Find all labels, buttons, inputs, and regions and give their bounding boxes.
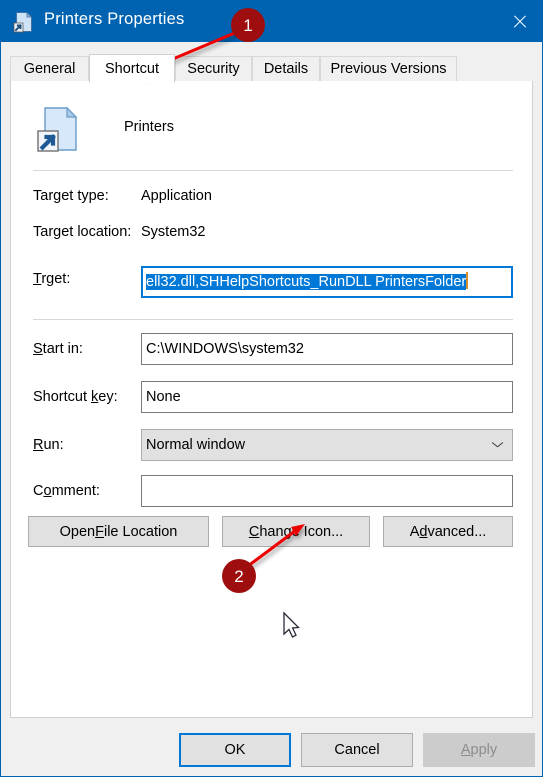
close-icon xyxy=(512,14,527,29)
comment-label-accel: o xyxy=(43,483,52,499)
comment-label-pre: C xyxy=(33,483,44,499)
cancel-button[interactable]: Cancel xyxy=(301,733,413,767)
shortcut-key-input[interactable]: None xyxy=(141,381,513,413)
apply-button: Apply xyxy=(423,733,535,767)
open-file-location-pre: Open xyxy=(59,523,96,540)
comment-input[interactable] xyxy=(141,475,513,507)
target-type-label: Target type: xyxy=(33,188,109,204)
target-label: Trget: xyxy=(33,271,70,287)
ok-button[interactable]: OK xyxy=(179,733,291,767)
chevron-down-icon xyxy=(493,442,502,447)
change-icon-button[interactable]: Change Icon... xyxy=(222,516,370,547)
tab-shortcut[interactable]: Shortcut xyxy=(89,54,175,83)
header-divider xyxy=(33,170,513,171)
target-type-value: Application xyxy=(141,188,212,204)
tab-strip: General Shortcut Security Details Previo… xyxy=(10,54,533,83)
shortcut-tab-panel: Printers Target type: Application Target… xyxy=(10,81,533,718)
shortcut-document-icon xyxy=(37,106,78,152)
apply-accel: A xyxy=(460,742,471,758)
title-bar: Printers Properties xyxy=(1,1,542,42)
target-input[interactable]: ell32.dll,SHHelpShortcuts_RunDLL Printer… xyxy=(141,266,513,298)
start-in-label-accel: S xyxy=(33,341,43,357)
open-file-location-button[interactable]: Open File Location xyxy=(28,516,209,547)
window-title: Printers Properties xyxy=(44,10,185,28)
advanced-post: vanced... xyxy=(427,523,487,540)
text-caret xyxy=(466,272,469,289)
shortcut-key-label-pre: Shortcut xyxy=(33,389,92,405)
shortcut-document-icon xyxy=(13,11,33,33)
comment-label-rest: mment: xyxy=(51,483,100,499)
run-label-accel: R xyxy=(33,437,44,453)
target-location-label: Target location: xyxy=(33,224,132,240)
run-dropdown-value: Normal window xyxy=(146,437,246,453)
tab-general[interactable]: General xyxy=(10,56,89,82)
start-in-label: Start in: xyxy=(33,341,83,357)
start-in-label-rest: tart in: xyxy=(42,341,83,357)
screenshot-root: Printers Properties General Shortcut Sec… xyxy=(0,0,543,777)
advanced-pre: A xyxy=(409,523,420,540)
open-file-location-accel: F xyxy=(95,523,104,540)
apply-post: pply xyxy=(470,742,498,758)
run-label: Run: xyxy=(33,437,64,453)
change-icon-accel: C xyxy=(248,523,260,540)
target-input-value: ell32.dll,SHHelpShortcuts_RunDLL Printer… xyxy=(146,274,467,290)
open-file-location-post: ile Location xyxy=(103,523,178,540)
printers-properties-dialog: Printers Properties General Shortcut Sec… xyxy=(0,0,543,777)
target-divider xyxy=(33,319,513,320)
advanced-button[interactable]: Ad vanced... xyxy=(383,516,513,547)
shortcut-key-label: Shortcut key: xyxy=(33,389,118,405)
shortcut-key-label-rest: ey: xyxy=(98,389,118,405)
comment-label: Comment: xyxy=(33,483,100,499)
run-label-rest: un: xyxy=(43,437,64,453)
start-in-input[interactable]: C:\WINDOWS\system32 xyxy=(141,333,513,365)
target-location-value: System32 xyxy=(141,224,206,240)
tab-previous-versions[interactable]: Previous Versions xyxy=(320,56,457,82)
target-label-rest: rget: xyxy=(41,271,71,287)
shortcut-item-name: Printers xyxy=(124,119,174,135)
run-dropdown[interactable]: Normal window xyxy=(141,429,513,461)
advanced-accel: d xyxy=(419,523,428,540)
close-button[interactable] xyxy=(496,1,542,42)
change-icon-post: hange Icon... xyxy=(259,523,344,540)
tab-security[interactable]: Security xyxy=(175,56,252,82)
tab-details[interactable]: Details xyxy=(252,56,320,82)
